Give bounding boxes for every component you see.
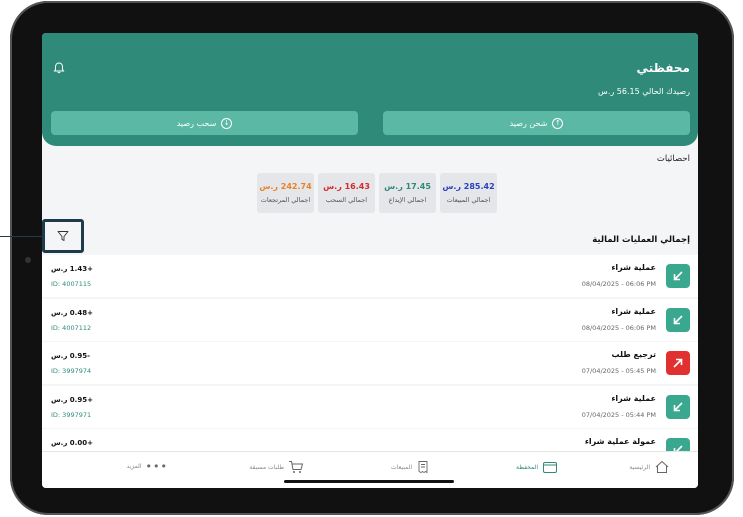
transaction-date: 08/04/2025 - 06:06 PM (581, 323, 656, 332)
home-indicator (284, 480, 454, 483)
transaction-title: عملية شراء (611, 393, 656, 403)
stat-card-sales: 285.42 ر.س اجمالي المبيعات (440, 173, 497, 213)
stat-label: اجمالي المرتجعات (260, 196, 311, 204)
receipt-icon (418, 461, 428, 474)
filter-button[interactable] (42, 219, 84, 253)
stats-title: احصائيات (656, 154, 690, 164)
stat-value: 285.42 ر.س (442, 182, 495, 191)
transaction-id: ID: 4007112 (51, 323, 92, 332)
transaction-id: ID: 3997974 (51, 367, 92, 375)
callout-line (0, 236, 42, 237)
stat-value: 17.45 ر.س (384, 182, 431, 191)
nav-item-sales[interactable]: المبيعات (391, 460, 430, 474)
nav-item-home[interactable]: الرئيسية (629, 460, 670, 474)
arrow-down-left-icon (666, 264, 690, 288)
list-item[interactable]: +0.95 ر.س ID: 3997971 عملية شراء 07/04/2… (42, 385, 698, 428)
nav-item-wallet[interactable]: المحفظة (516, 460, 558, 474)
arrow-up-right-icon (666, 351, 690, 375)
current-balance: رصيدك الحالي 56.15 ر.س (598, 87, 690, 96)
arrow-down-left-icon (666, 307, 690, 332)
stat-label: اجمالي المبيعات (446, 196, 491, 204)
stats-cards: 242.74 ر.س اجمالي المرتجعات 16.43 ر.س اج… (257, 173, 497, 213)
stat-card-returns: 242.74 ر.س اجمالي المرتجعات (257, 173, 314, 213)
stat-label: اجمالي الإيداع (388, 196, 427, 204)
transaction-amount: +1.43 ر.س (51, 265, 93, 273)
list-item[interactable]: +1.43 ر.س ID: 4007115 عملية شراء 08/04/2… (42, 255, 698, 297)
transaction-date: 07/04/2025 - 05:45 PM (581, 367, 656, 375)
nav-item-preorders[interactable]: طلبات مسبقة (249, 460, 304, 474)
arrow-up-circle-icon: ↑ (552, 117, 564, 129)
transaction-date: 08/04/2025 - 06:06 PM (581, 280, 656, 288)
camera-dot (25, 257, 31, 263)
transactions-list: +1.43 ر.س ID: 4007115 عملية شراء 08/04/2… (42, 255, 698, 473)
transaction-amount: +0.00 ر.س (51, 439, 93, 447)
nav-label-wallet: المحفظة (515, 463, 538, 471)
transaction-title: عمولة عملية شراء (584, 437, 656, 446)
transaction-amount: +0.48 ر.س (51, 308, 93, 317)
transaction-title: ترجيع طلب (611, 350, 656, 359)
list-item[interactable]: +0.48 ر.س ID: 4007112 عملية شراء 08/04/2… (42, 298, 698, 341)
topup-button[interactable]: ↑ شحن رصيد (383, 111, 690, 135)
transaction-title: عملية شراء (611, 263, 656, 272)
bell-icon[interactable] (52, 60, 66, 74)
filter-icon (57, 231, 69, 241)
cart-icon (289, 461, 304, 473)
transaction-amount: -0.95 ر.س (51, 352, 90, 360)
app-screen: محفظتي رصيدك الحالي 56.15 ر.س ↑ شحن رصيد… (42, 33, 698, 488)
stat-value: 242.74 ر.س (259, 182, 312, 191)
more-dots-icon: ••• (145, 460, 168, 473)
home-icon (655, 460, 669, 473)
arrow-down-left-icon (666, 394, 690, 419)
nav-label-home: الرئيسية (629, 463, 650, 471)
stat-value: 16.43 ر.س (323, 182, 370, 191)
list-item[interactable]: -0.95 ر.س ID: 3997974 ترجيع طلب 07/04/20… (42, 342, 698, 384)
withdraw-label: سحب رصيد (176, 118, 217, 128)
transaction-date: 07/04/2025 - 05:44 PM (581, 410, 656, 419)
nav-label-sales: المبيعات (391, 463, 412, 471)
stat-card-deposits: 17.45 ر.س اجمالي الإيداع (379, 173, 436, 213)
stat-label: اجمالي السحب (325, 196, 368, 204)
transaction-title: عملية شراء (611, 306, 656, 316)
wallet-header: محفظتي رصيدك الحالي 56.15 ر.س ↑ شحن رصيد… (42, 33, 698, 146)
transaction-id: ID: 3997971 (51, 410, 92, 419)
transaction-amount: +0.95 ر.س (51, 395, 93, 404)
withdraw-button[interactable]: ↓ سحب رصيد (51, 111, 358, 135)
stat-card-withdrawals: 16.43 ر.س اجمالي السحب (318, 173, 375, 213)
arrow-down-circle-icon: ↓ (221, 117, 233, 129)
nav-label-preorders: طلبات مسبقة (249, 463, 284, 471)
page-title: محفظتي (636, 61, 690, 75)
nav-item-more[interactable]: ••• المزيد (126, 460, 168, 473)
wallet-icon (543, 462, 557, 473)
topup-label: شحن رصيد (509, 118, 548, 128)
operations-title: إجمالي العمليات المالية (592, 235, 690, 245)
transaction-id: ID: 4007115 (51, 280, 92, 288)
nav-label-more: المزيد (126, 463, 142, 470)
